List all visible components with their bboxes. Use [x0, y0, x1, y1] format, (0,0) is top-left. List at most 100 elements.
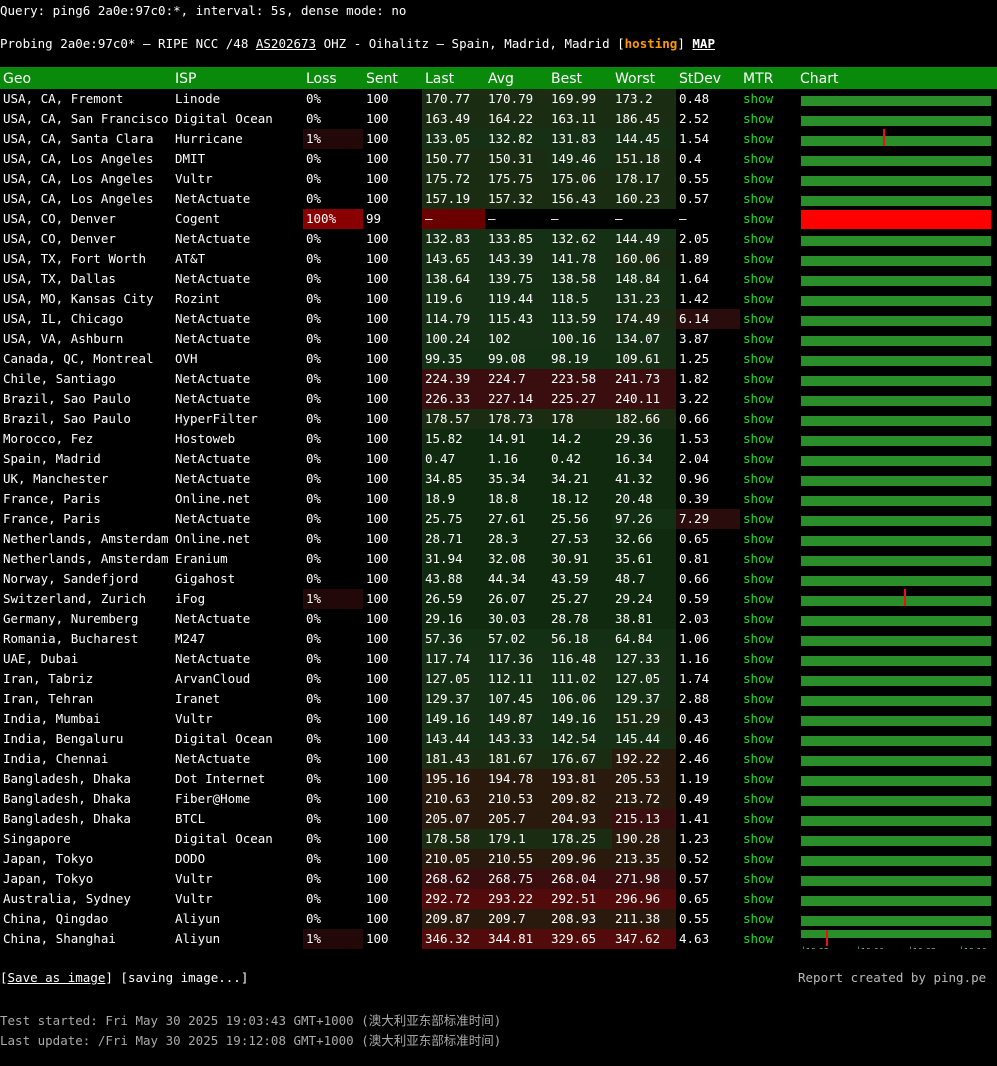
mtr-show-link[interactable]: show	[743, 591, 773, 606]
cell-worst: 148.84	[612, 269, 676, 289]
mtr-show-link[interactable]: show	[743, 631, 773, 646]
cell-isp: Vultr	[175, 871, 213, 886]
mtr-show-link[interactable]: show	[743, 711, 773, 726]
save-as-image-link[interactable]: Save as image	[8, 970, 106, 985]
mtr-show-link[interactable]: show	[743, 891, 773, 906]
cell-avg: 344.81	[485, 929, 548, 949]
col-worst[interactable]: Worst	[612, 67, 676, 89]
col-chart[interactable]: Chart	[797, 67, 997, 89]
mtr-show-link[interactable]: show	[743, 931, 773, 946]
cell-isp: NetActuate	[175, 311, 251, 326]
cell-best: 111.02	[548, 669, 612, 689]
cell-last: 178.58	[422, 829, 485, 849]
table-row: China, Shanghai Aliyun 1% 100 346.32 344.81 32…	[0, 929, 997, 949]
cell-best: 27.53	[548, 529, 612, 549]
cell-avg: –	[488, 211, 496, 226]
mtr-show-link[interactable]: show	[743, 751, 773, 766]
cell-isp: Digital Ocean	[175, 111, 273, 126]
table-row: USA, TX, Fort Worth AT&T 0% 100 143.65 143.39…	[0, 249, 997, 269]
cell-loss: 0%	[306, 891, 322, 906]
col-geo[interactable]: Geo	[0, 67, 172, 89]
mtr-show-link[interactable]: show	[743, 471, 773, 486]
mtr-show-link[interactable]: show	[743, 111, 773, 126]
cell-mtr: show	[740, 349, 797, 369]
cell-best: 142.54	[548, 729, 612, 749]
cell-mtr: show	[740, 389, 797, 409]
mtr-show-link[interactable]: show	[743, 171, 773, 186]
latency-bar	[801, 616, 991, 626]
mtr-show-link[interactable]: show	[743, 551, 773, 566]
mtr-show-link[interactable]: show	[743, 231, 773, 246]
cell-isp: Aliyun	[175, 911, 221, 926]
col-best[interactable]: Best	[548, 67, 612, 89]
cell-geo: Bangladesh, Dhaka	[3, 771, 131, 786]
col-avg[interactable]: Avg	[485, 67, 548, 89]
mtr-show-link[interactable]: show	[743, 151, 773, 166]
latency-chart	[797, 629, 997, 649]
mtr-show-link[interactable]: show	[743, 771, 773, 786]
mtr-show-link[interactable]: show	[743, 811, 773, 826]
mtr-show-link[interactable]: show	[743, 871, 773, 886]
mtr-show-link[interactable]: show	[743, 851, 773, 866]
cell-stdev: 0.52	[679, 851, 710, 866]
mtr-show-link[interactable]: show	[743, 671, 773, 686]
cell-isp: Eranium	[175, 551, 228, 566]
mtr-show-link[interactable]: show	[743, 311, 773, 326]
mtr-show-link[interactable]: show	[743, 911, 773, 926]
mtr-show-link[interactable]: show	[743, 451, 773, 466]
mtr-show-link[interactable]: show	[743, 331, 773, 346]
cell-loss: 0%	[306, 431, 322, 446]
col-sent[interactable]: Sent	[363, 67, 422, 89]
mtr-show-link[interactable]: show	[743, 191, 773, 206]
cell-stdev: 2.46	[679, 751, 710, 766]
cell-last: 34.85	[422, 469, 485, 489]
mtr-show-link[interactable]: show	[743, 371, 773, 386]
col-isp[interactable]: ISP	[172, 67, 303, 89]
mtr-show-link[interactable]: show	[743, 511, 773, 526]
mtr-show-link[interactable]: show	[743, 531, 773, 546]
mtr-show-link[interactable]: show	[743, 91, 773, 106]
cell-mtr: show	[740, 589, 797, 609]
latency-chart	[797, 529, 997, 549]
cell-geo: Singapore	[3, 831, 71, 846]
mtr-show-link[interactable]: show	[743, 291, 773, 306]
col-stdev[interactable]: StDev	[676, 67, 740, 89]
mtr-show-link[interactable]: show	[743, 651, 773, 666]
mtr-show-link[interactable]: show	[743, 691, 773, 706]
cell-last: 178.57	[422, 409, 485, 429]
mtr-show-link[interactable]: show	[743, 791, 773, 806]
cell-stdev: 0.66	[679, 411, 710, 426]
mtr-show-link[interactable]: show	[743, 271, 773, 286]
cell-stdev: 0.65	[679, 891, 710, 906]
cell-isp: NetActuate	[175, 271, 251, 286]
mtr-show-link[interactable]: show	[743, 251, 773, 266]
mtr-show-link[interactable]: show	[743, 571, 773, 586]
cell-stdev: 0.39	[679, 491, 710, 506]
map-link[interactable]: MAP	[692, 36, 715, 51]
cell-stdev: 0.66	[679, 571, 710, 586]
mtr-show-link[interactable]: show	[743, 211, 773, 226]
cell-isp: Dot Internet	[175, 771, 266, 786]
cell-loss: 0%	[306, 751, 322, 766]
mtr-show-link[interactable]: show	[743, 351, 773, 366]
cell-last: 209.87	[422, 909, 485, 929]
mtr-show-link[interactable]: show	[743, 731, 773, 746]
cell-last: 226.33	[422, 389, 485, 409]
mtr-show-link[interactable]: show	[743, 491, 773, 506]
col-mtr[interactable]: MTR	[740, 67, 797, 89]
mtr-show-link[interactable]: show	[743, 831, 773, 846]
mtr-show-link[interactable]: show	[743, 131, 773, 146]
mtr-show-link[interactable]: show	[743, 391, 773, 406]
cell-avg: 57.02	[485, 629, 548, 649]
cell-geo: USA, CA, Santa Clara	[3, 131, 154, 146]
col-last[interactable]: Last	[422, 67, 485, 89]
cell-loss: 0%	[306, 391, 322, 406]
cell-sent: 100	[366, 111, 389, 126]
asn-link[interactable]: AS202673	[256, 36, 316, 51]
col-loss[interactable]: Loss	[303, 67, 363, 89]
mtr-show-link[interactable]: show	[743, 611, 773, 626]
last-update: Last update: /Fri May 30 2025 19:12:08 G…	[0, 1033, 502, 1048]
cell-best: 132.62	[548, 229, 612, 249]
mtr-show-link[interactable]: show	[743, 431, 773, 446]
mtr-show-link[interactable]: show	[743, 411, 773, 426]
